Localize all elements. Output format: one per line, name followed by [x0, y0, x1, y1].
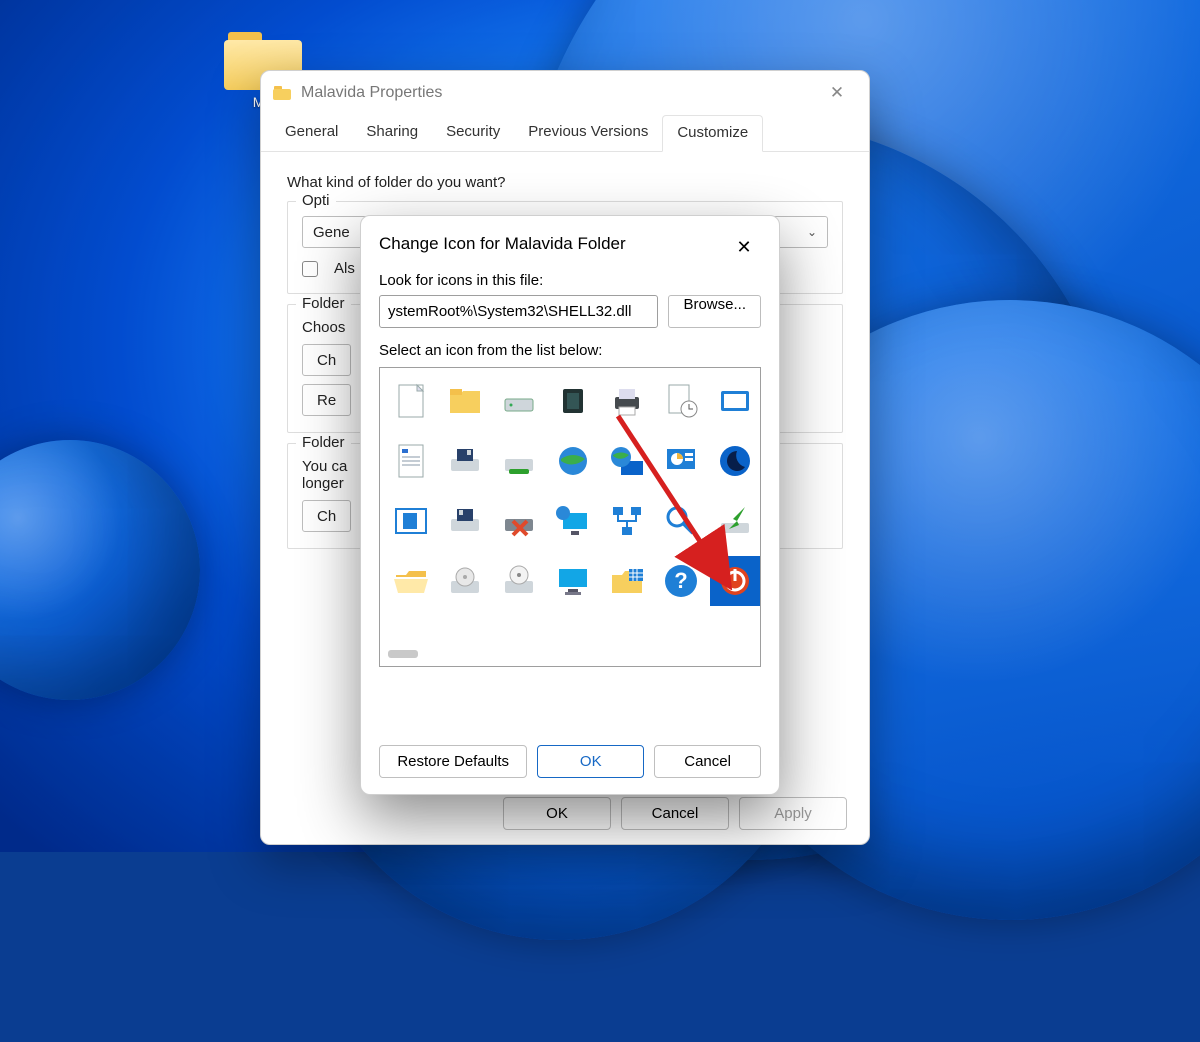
icon-option-document-clock[interactable] — [656, 376, 706, 426]
dialog-button-row: Restore Defaults OK Cancel — [379, 729, 761, 778]
titlebar[interactable]: Malavida Properties ✕ — [261, 71, 869, 115]
window-title: Malavida Properties — [301, 84, 817, 102]
tab-previous-versions[interactable]: Previous Versions — [514, 115, 662, 151]
icon-option-hard-drive[interactable] — [494, 376, 544, 426]
dialog-button-row: OK Cancel Apply — [503, 797, 847, 830]
apply-button[interactable]: Apply — [739, 797, 847, 830]
icon-option-run-window[interactable] — [710, 376, 760, 426]
ok-button[interactable]: OK — [503, 797, 611, 830]
group-legend: Folder — [296, 434, 351, 451]
icon-option-night-monitor[interactable] — [710, 436, 760, 486]
icon-list-pane: ? — [379, 367, 761, 667]
ok-button[interactable]: OK — [537, 745, 644, 778]
icon-option-floppy-drive-2[interactable] — [440, 496, 490, 546]
svg-text:?: ? — [674, 568, 687, 593]
change-icon-button[interactable]: Ch — [302, 500, 351, 532]
icon-option-window-panel[interactable] — [386, 496, 436, 546]
icon-option-printer[interactable] — [602, 376, 652, 426]
icon-option-globe[interactable] — [548, 436, 598, 486]
close-icon[interactable]: ✕ — [817, 83, 857, 103]
choose-file-button[interactable]: Ch — [302, 344, 351, 376]
restore-default-button[interactable]: Re — [302, 384, 351, 416]
icon-option-floppy-drive[interactable] — [440, 436, 490, 486]
icon-option-chip[interactable] — [548, 376, 598, 426]
icon-option-folder-grid[interactable] — [602, 556, 652, 606]
icon-path-input[interactable]: ystemRoot%\System32\SHELL32.dll — [379, 295, 658, 328]
select-icon-label: Select an icon from the list below: — [379, 342, 761, 359]
tab-security[interactable]: Security — [432, 115, 514, 151]
tab-strip: General Sharing Security Previous Versio… — [261, 115, 869, 152]
restore-defaults-button[interactable]: Restore Defaults — [379, 745, 527, 778]
icon-option-network-nodes[interactable] — [602, 496, 652, 546]
also-apply-label: Als — [334, 260, 355, 277]
icon-grid: ? — [386, 376, 754, 610]
icon-option-blank-document[interactable] — [386, 376, 436, 426]
combo-value: Gene — [313, 224, 350, 241]
icon-option-drive-error[interactable] — [494, 496, 544, 546]
icon-option-cd-drive[interactable] — [494, 556, 544, 606]
horizontal-scrollbar[interactable] — [388, 648, 752, 662]
icon-option-chart-presentation[interactable] — [656, 436, 706, 486]
close-icon[interactable]: ✕ — [727, 237, 761, 258]
icon-option-drive-arrow[interactable] — [710, 496, 760, 546]
cancel-button[interactable]: Cancel — [621, 797, 729, 830]
tab-sharing[interactable]: Sharing — [352, 115, 432, 151]
icon-option-help-circle[interactable]: ? — [656, 556, 706, 606]
icon-option-folder[interactable] — [440, 376, 490, 426]
dialog-titlebar[interactable]: Change Icon for Malavida Folder ✕ — [379, 230, 761, 264]
wallpaper-shape — [0, 440, 200, 700]
icon-option-power-button[interactable] — [710, 556, 760, 606]
scrollbar-thumb[interactable] — [388, 650, 418, 658]
icon-option-globe-monitor[interactable] — [602, 436, 652, 486]
icon-option-removable-drive[interactable] — [494, 436, 544, 486]
icon-option-magnifier[interactable] — [656, 496, 706, 546]
icon-option-folder-open[interactable] — [386, 556, 436, 606]
icon-option-network-monitor[interactable] — [548, 496, 598, 546]
icon-option-dvd-drive[interactable] — [440, 556, 490, 606]
icon-option-text-document[interactable] — [386, 436, 436, 486]
look-for-label: Look for icons in this file: — [379, 272, 761, 289]
icon-path-value: ystemRoot%\System32\SHELL32.dll — [388, 303, 631, 320]
section-heading: What kind of folder do you want? — [287, 174, 843, 191]
dialog-title: Change Icon for Malavida Folder — [379, 230, 727, 264]
tab-customize[interactable]: Customize — [662, 115, 763, 152]
group-legend: Opti — [296, 192, 336, 209]
browse-button[interactable]: Browse... — [668, 295, 761, 328]
folder-icon — [273, 86, 291, 100]
change-icon-dialog: Change Icon for Malavida Folder ✕ Look f… — [360, 215, 780, 795]
tab-general[interactable]: General — [271, 115, 352, 151]
chevron-down-icon: ⌄ — [807, 225, 817, 239]
group-legend: Folder — [296, 295, 351, 312]
also-apply-checkbox[interactable] — [302, 261, 318, 277]
icon-option-monitor[interactable] — [548, 556, 598, 606]
cancel-button[interactable]: Cancel — [654, 745, 761, 778]
